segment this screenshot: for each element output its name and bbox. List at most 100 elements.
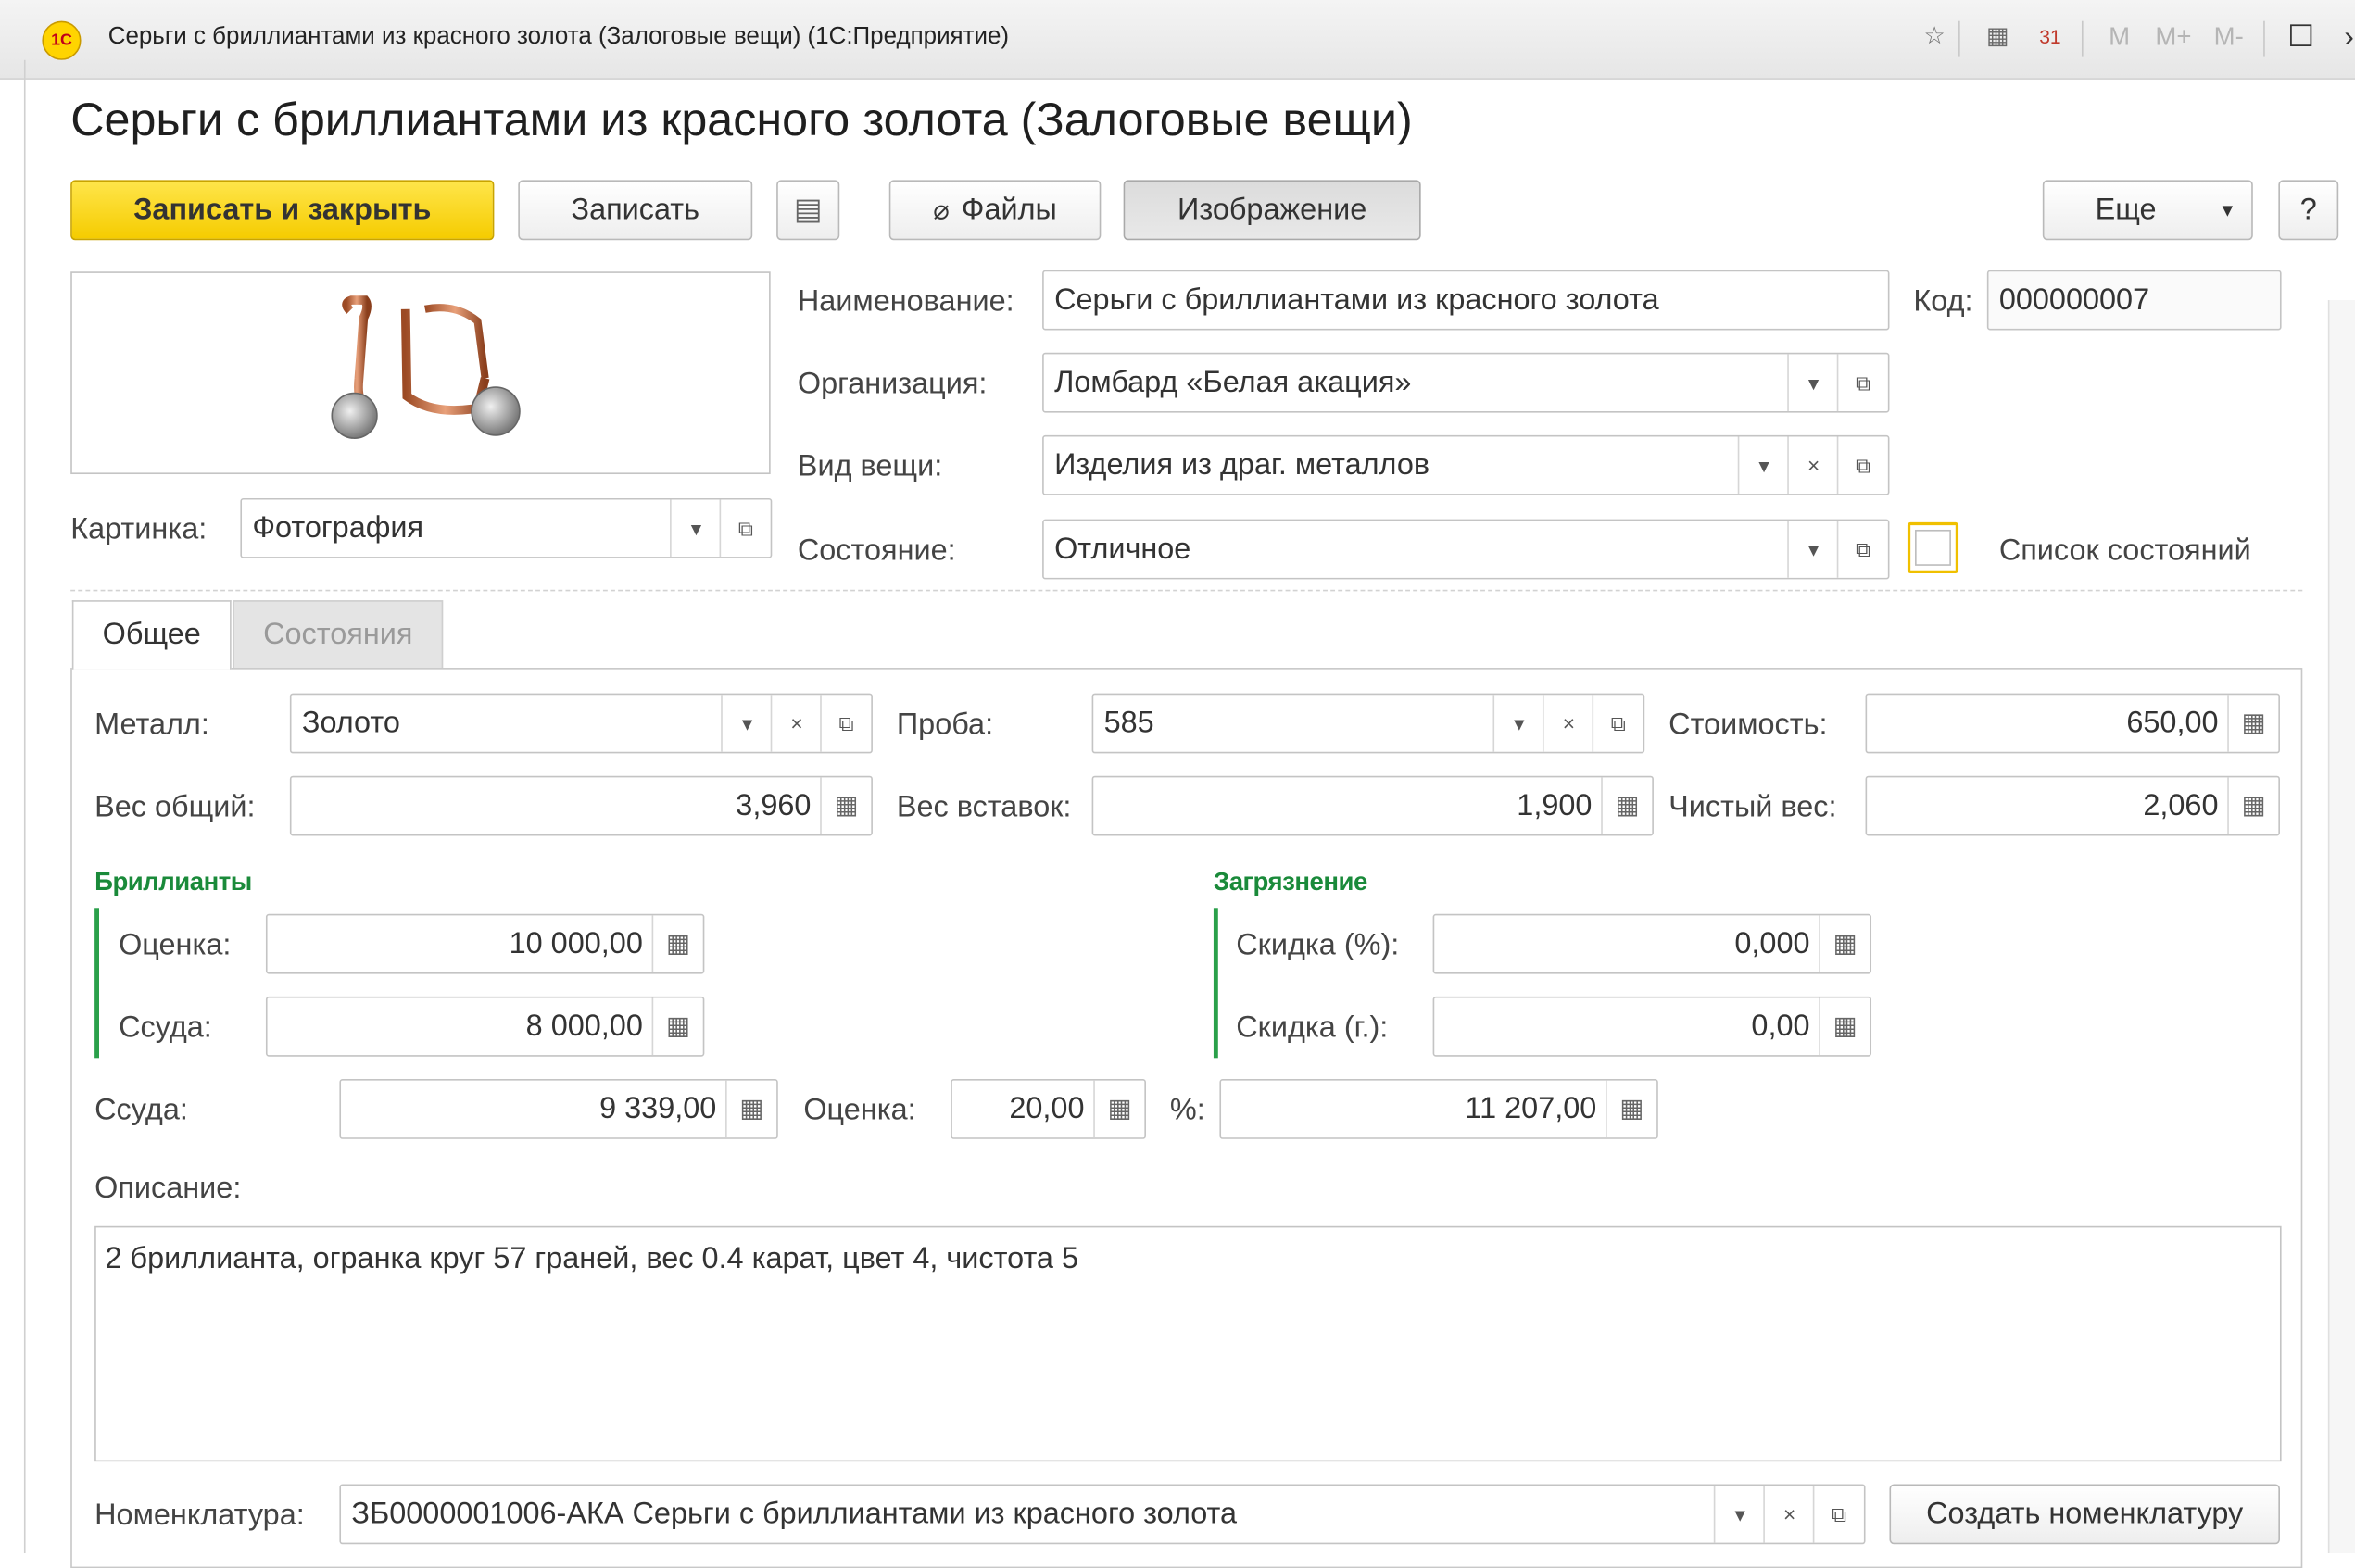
- calculator-icon[interactable]: ▦: [651, 915, 703, 972]
- picture-select[interactable]: Фотография ▾ ⧉: [240, 497, 773, 558]
- dropdown-arrow-icon[interactable]: ▾: [1492, 695, 1543, 752]
- files-button[interactable]: ⌀ Файлы: [888, 180, 1102, 241]
- calendar-icon[interactable]: 31: [2032, 19, 2068, 56]
- tab-general[interactable]: Общее: [71, 600, 232, 670]
- insert-weight-label: Вес вставок:: [896, 790, 1072, 824]
- calculator-icon[interactable]: ▦: [1819, 997, 1870, 1056]
- loan-input[interactable]: 9 339,00 ▦: [339, 1078, 778, 1139]
- calculator-icon[interactable]: ▦: [1980, 19, 2016, 56]
- open-form-icon[interactable]: ⧉: [1836, 521, 1888, 578]
- percent-input[interactable]: 11 207,00 ▦: [1219, 1078, 1658, 1139]
- open-form-icon[interactable]: ⧉: [1836, 436, 1888, 495]
- open-form-icon[interactable]: ⧉: [820, 695, 871, 752]
- metal-value: Золото: [301, 707, 400, 740]
- percent-value: 11 207,00: [1465, 1092, 1597, 1126]
- organization-value: Ломбард «Белая акация»: [1054, 366, 1412, 399]
- diamonds-loan-value: 8 000,00: [525, 1010, 643, 1044]
- discount-grams-value: 0,00: [1751, 1010, 1810, 1044]
- calculator-icon[interactable]: ▦: [1093, 1080, 1144, 1138]
- window-title: Серьги с бриллиантами из красного золота…: [107, 23, 1010, 50]
- assay-select[interactable]: 585 ▾ × ⧉: [1091, 693, 1645, 754]
- name-input[interactable]: Серьги с бриллиантами из красного золота: [1042, 270, 1890, 331]
- more-chevron-icon[interactable]: ›: [2331, 19, 2355, 56]
- state-label: Состояние:: [797, 533, 956, 568]
- chevron-down-icon: ▼: [2218, 199, 2236, 221]
- loan-label: Ссуда:: [94, 1094, 188, 1127]
- calculator-icon[interactable]: ▦: [2227, 695, 2278, 752]
- metal-select[interactable]: Золото ▾ × ⧉: [289, 693, 873, 754]
- assay-label: Проба:: [896, 708, 994, 742]
- checkbox-box: [1915, 529, 1951, 566]
- tab-states[interactable]: Состояния: [233, 600, 444, 670]
- dropdown-arrow-icon[interactable]: ▾: [670, 499, 721, 558]
- dropdown-arrow-icon[interactable]: ▾: [1787, 354, 1838, 411]
- estimate-label: Оценка:: [803, 1094, 916, 1127]
- calculator-icon[interactable]: ▦: [1606, 1080, 1656, 1138]
- diamonds-estimate-input[interactable]: 10 000,00 ▦: [265, 913, 705, 974]
- open-form-icon[interactable]: ⧉: [1836, 354, 1888, 411]
- open-form-icon[interactable]: ⧉: [1592, 695, 1643, 752]
- state-list-checkbox[interactable]: [1907, 521, 1959, 573]
- discount-grams-label: Скидка (г.):: [1236, 1011, 1389, 1045]
- name-label: Наименование:: [797, 284, 1014, 319]
- code-input[interactable]: 000000007: [1986, 270, 2282, 331]
- calculator-icon[interactable]: ▦: [820, 777, 871, 834]
- description-value: 2 бриллианта, огранка круг 57 граней, ве…: [105, 1242, 1079, 1276]
- clear-icon[interactable]: ×: [1787, 436, 1838, 495]
- item-photo-frame[interactable]: [70, 271, 771, 475]
- organization-select[interactable]: Ломбард «Белая акация» ▾ ⧉: [1042, 352, 1890, 413]
- clear-icon[interactable]: ×: [770, 695, 822, 752]
- net-weight-input[interactable]: 2,060 ▦: [1865, 775, 2280, 836]
- gross-weight-input[interactable]: 3,960 ▦: [289, 775, 873, 836]
- memory-plus-button[interactable]: M+: [2155, 22, 2191, 52]
- memory-minus-button[interactable]: M-: [2214, 22, 2244, 52]
- clear-icon[interactable]: ×: [1542, 695, 1593, 752]
- more-menu-button[interactable]: Еще ▼: [2042, 180, 2253, 241]
- toolbar-separator: [2081, 20, 2084, 57]
- dropdown-arrow-icon[interactable]: ▾: [1713, 1486, 1765, 1543]
- description-textarea[interactable]: 2 бриллианта, огранка круг 57 граней, ве…: [94, 1225, 2282, 1462]
- diamonds-estimate-label: Оценка:: [119, 928, 232, 962]
- dropdown-arrow-icon[interactable]: ▾: [1737, 436, 1789, 495]
- bookmark-star-icon[interactable]: ☆: [1917, 19, 1953, 56]
- document-list-icon: ▤: [793, 194, 823, 227]
- clear-icon[interactable]: ×: [1763, 1486, 1814, 1543]
- calculator-icon[interactable]: ▦: [1819, 915, 1870, 972]
- contamination-group-bar: [1213, 908, 1218, 1059]
- item-kind-select[interactable]: Изделия из драг. металлов ▾ × ⧉: [1042, 434, 1890, 495]
- report-list-button[interactable]: ▤: [776, 180, 840, 241]
- calculator-icon[interactable]: ▦: [2227, 777, 2278, 834]
- calculator-icon[interactable]: ▦: [1601, 777, 1652, 834]
- create-nomenclature-button[interactable]: Создать номенклатуру: [1889, 1484, 2280, 1545]
- image-toggle-button[interactable]: Изображение: [1123, 180, 1421, 241]
- vertical-scrollbar[interactable]: [2327, 300, 2355, 1554]
- estimate-input[interactable]: 20,00 ▦: [951, 1078, 1146, 1139]
- memory-m-button[interactable]: M: [2109, 22, 2130, 52]
- open-form-icon[interactable]: ⧉: [719, 499, 771, 558]
- gross-weight-label: Вес общий:: [94, 790, 256, 824]
- state-select[interactable]: Отличное ▾ ⧉: [1042, 519, 1890, 580]
- save-button[interactable]: Записать: [518, 180, 753, 241]
- toolbar-separator: [1958, 20, 1960, 57]
- calculator-icon[interactable]: ▦: [651, 997, 703, 1056]
- dropdown-arrow-icon[interactable]: ▾: [721, 695, 772, 752]
- insert-weight-input[interactable]: 1,900 ▦: [1091, 775, 1654, 836]
- calculator-icon[interactable]: ▦: [725, 1080, 776, 1138]
- cost-input[interactable]: 650,00 ▦: [1865, 693, 2280, 754]
- maximize-icon[interactable]: ☐: [2283, 19, 2319, 56]
- diamonds-loan-input[interactable]: 8 000,00 ▦: [265, 996, 705, 1057]
- cost-value: 650,00: [2126, 707, 2219, 740]
- save-and-close-button[interactable]: Записать и закрыть: [70, 180, 495, 241]
- percent-label: %:: [1169, 1094, 1205, 1127]
- app-logo-icon[interactable]: 1С: [42, 20, 82, 60]
- estimate-value: 20,00: [1009, 1092, 1085, 1126]
- dropdown-arrow-icon[interactable]: ▾: [1787, 521, 1838, 578]
- open-form-icon[interactable]: ⧉: [1812, 1486, 1864, 1543]
- metal-label: Металл:: [94, 708, 209, 742]
- discount-percent-input[interactable]: 0,000 ▦: [1432, 913, 1872, 974]
- discount-grams-input[interactable]: 0,00 ▦: [1432, 996, 1872, 1057]
- nomenclature-label: Номенклатура:: [94, 1499, 305, 1533]
- nomenclature-select[interactable]: ЗБ0000001006-АКА Серьги с бриллиантами и…: [339, 1484, 1866, 1545]
- diamonds-group-bar: [94, 908, 99, 1059]
- help-button[interactable]: ?: [2278, 180, 2339, 241]
